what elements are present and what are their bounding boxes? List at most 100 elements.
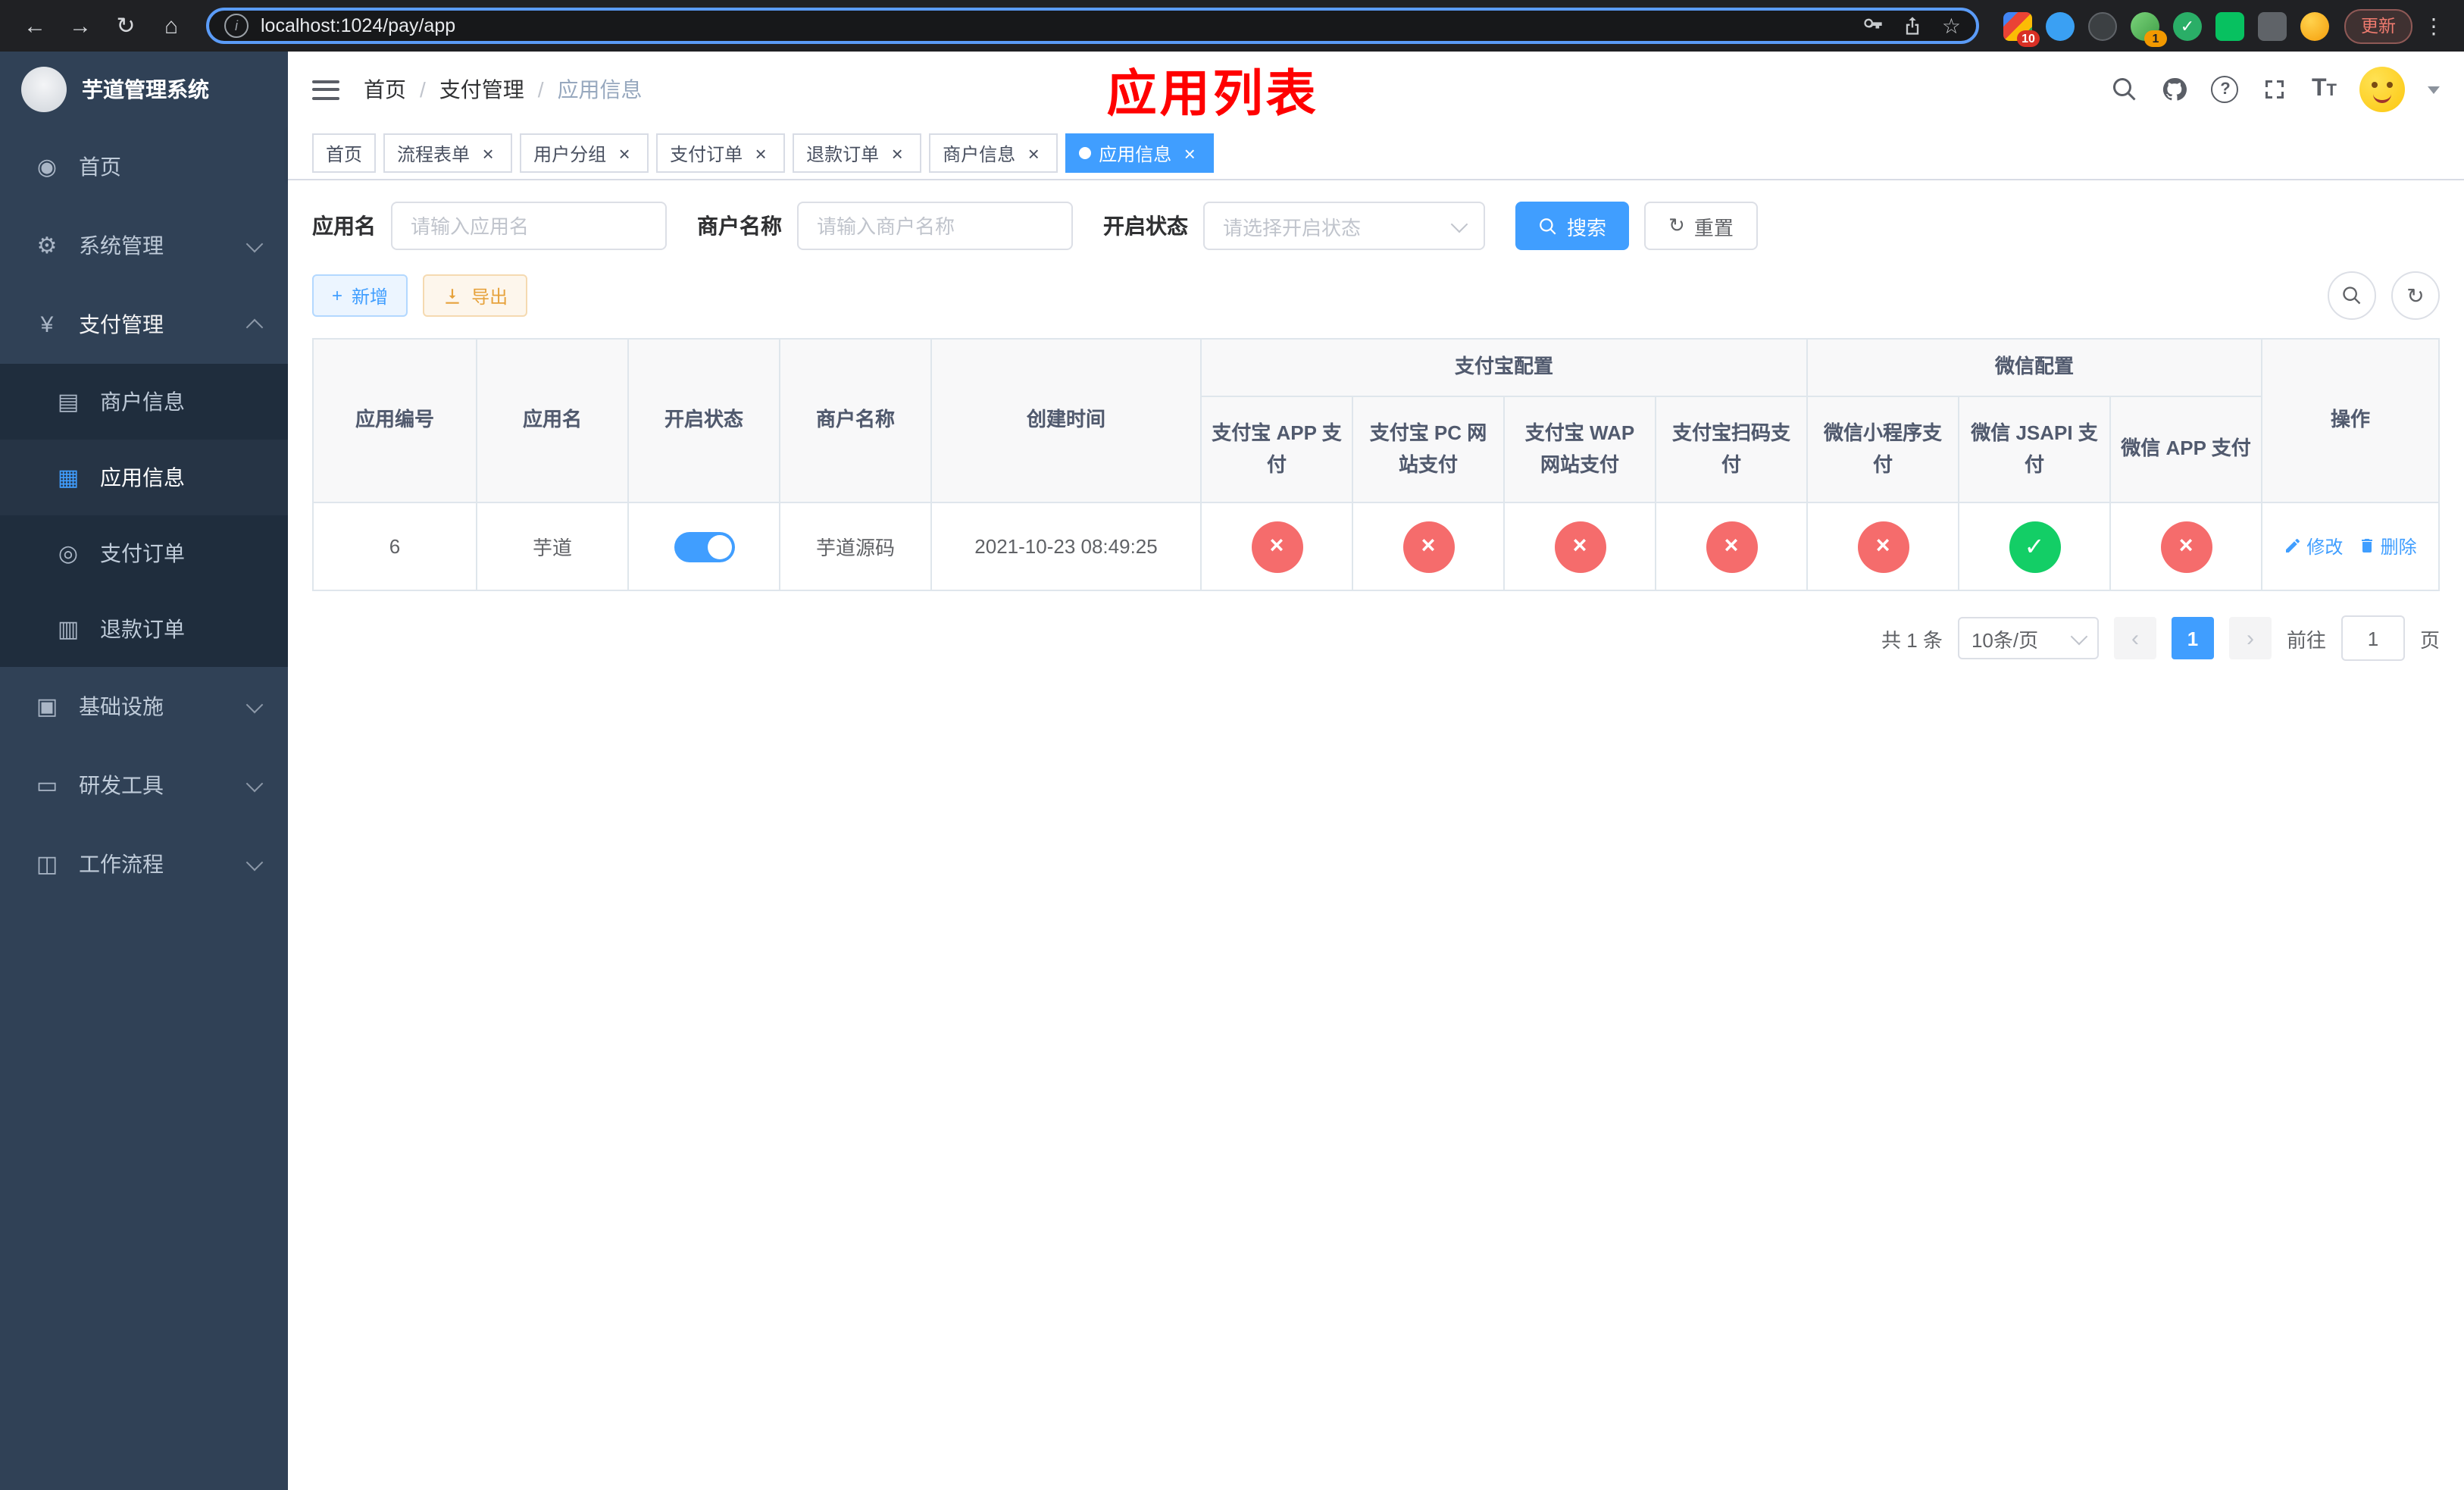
tab-refund-orders[interactable]: 退款订单 × [793, 133, 922, 173]
merchant-name-input[interactable] [797, 202, 1073, 250]
page-content: 应用名 商户名称 开启状态 请选择开启状态 [288, 180, 2464, 1490]
sidebar-collapse-icon[interactable] [312, 80, 339, 99]
browser-back-icon[interactable]: ← [15, 6, 55, 45]
tab-user-group[interactable]: 用户分组 × [520, 133, 649, 173]
extension-dark-icon[interactable] [2088, 11, 2117, 40]
sidebar-item-home[interactable]: ◉ 首页 [0, 127, 288, 206]
cell-alipay-wap: × [1503, 502, 1656, 591]
breadcrumb-payment[interactable]: 支付管理 [439, 74, 524, 105]
breadcrumb-home[interactable]: 首页 [364, 74, 406, 105]
app-logo[interactable]: 芋道管理系统 [0, 52, 288, 127]
site-info-icon[interactable]: i [224, 14, 249, 38]
extension-blue-icon[interactable] [2046, 11, 2075, 40]
tab-process-form[interactable]: 流程表单 × [383, 133, 513, 173]
sidebar-item-label: 基础设施 [79, 694, 164, 718]
breadcrumb-current: 应用信息 [557, 77, 643, 102]
add-button[interactable]: + 新增 [312, 274, 408, 317]
grid-icon: ▦ [57, 465, 80, 491]
sidebar-item-payment[interactable]: ¥ 支付管理 [0, 285, 288, 364]
tab-home[interactable]: 首页 [312, 133, 377, 173]
url-text[interactable]: localhost:1024/pay/app [261, 15, 455, 36]
url-bar[interactable]: i localhost:1024/pay/app ☆ [206, 8, 1979, 44]
status-cross-icon: × [1402, 521, 1454, 572]
app-name-input[interactable] [391, 202, 667, 250]
extension-chat-icon[interactable] [2215, 11, 2244, 40]
browser-menu-icon[interactable]: ⋮ [2419, 13, 2449, 39]
toggle-search-button[interactable] [2328, 271, 2376, 320]
col-alipay-pc: 支付宝 PC 网站支付 [1352, 396, 1505, 503]
refresh-icon: ↻ [1668, 214, 1685, 236]
help-icon[interactable]: ? [2211, 76, 2239, 103]
prev-page-button[interactable]: ‹ [2113, 617, 2156, 659]
fullscreen-icon[interactable] [2262, 76, 2289, 103]
sidebar-item-pay-orders[interactable]: ◎ 支付订单 [0, 515, 288, 591]
share-icon[interactable] [1903, 15, 1924, 36]
close-icon[interactable]: × [1023, 142, 1044, 164]
page-number-button[interactable]: 1 [2171, 617, 2214, 659]
status-select[interactable]: 请选择开启状态 [1203, 202, 1485, 250]
cell-created: 2021-10-23 08:49:25 [930, 502, 1202, 591]
tab-pay-orders[interactable]: 支付订单 × [656, 133, 786, 173]
extension-puzzle-icon[interactable] [2258, 11, 2287, 40]
table-row: 6 芋道 芋道源码 2021-10-23 08:49:25 × × × × × … [312, 502, 2440, 591]
export-button[interactable]: 导出 [423, 274, 528, 317]
next-page-button[interactable]: › [2228, 617, 2272, 659]
order-icon: ◎ [58, 541, 79, 567]
user-menu-caret-icon[interactable] [2428, 86, 2440, 93]
browser-update-button[interactable]: 更新 [2344, 8, 2412, 43]
chevron-down-icon [245, 235, 264, 253]
bookmark-star-icon[interactable]: ☆ [1942, 13, 1961, 39]
sidebar: 芋道管理系统 ◉ 首页 ⚙ 系统管理 ¥ 支付管理 ▤ 商户信息 ▦ 应用信息 … [0, 52, 288, 1490]
cell-alipay-pc: × [1352, 502, 1505, 591]
browser-reload-icon[interactable]: ↻ [106, 6, 145, 45]
extension-avatar-icon[interactable]: 1 [2131, 11, 2167, 46]
plus-icon: + [332, 285, 343, 306]
extension-grid-icon[interactable]: 10 [2003, 11, 2040, 46]
sidebar-item-app-info[interactable]: ▦ 应用信息 [0, 440, 288, 515]
tab-merchant-info[interactable]: 商户信息 × [929, 133, 1058, 173]
search-button[interactable]: 搜索 [1515, 202, 1630, 250]
col-wechat-mini: 微信小程序支付 [1806, 396, 1960, 503]
browser-forward-icon[interactable]: → [61, 6, 100, 45]
sidebar-item-label: 首页 [79, 155, 121, 179]
breadcrumb: 首页 / 支付管理 / 应用信息 [364, 74, 643, 105]
github-icon[interactable] [2162, 76, 2189, 103]
sidebar-item-system[interactable]: ⚙ 系统管理 [0, 206, 288, 285]
delete-link[interactable]: 删除 [2358, 534, 2417, 559]
tab-app-info[interactable]: 应用信息 × [1065, 133, 1215, 173]
cell-wechat-jsapi: ✓ [1958, 502, 2112, 591]
refresh-table-button[interactable]: ↻ [2391, 271, 2440, 320]
font-size-icon[interactable]: TT [2312, 76, 2337, 103]
chevron-down-icon [245, 853, 264, 872]
close-icon[interactable]: × [886, 142, 908, 164]
sidebar-item-infrastructure[interactable]: ▣ 基础设施 [0, 667, 288, 746]
col-alipay-qr: 支付宝扫码支付 [1654, 396, 1809, 503]
status-toggle[interactable] [674, 531, 734, 562]
goto-page-input[interactable] [2340, 615, 2405, 661]
browser-profile-avatar[interactable] [2300, 11, 2329, 40]
cell-app-id: 6 [312, 502, 477, 591]
close-icon[interactable]: × [750, 142, 771, 164]
sidebar-item-label: 应用信息 [100, 465, 185, 490]
close-icon[interactable]: × [614, 142, 635, 164]
close-icon[interactable]: × [477, 142, 499, 164]
search-icon[interactable] [2112, 76, 2139, 103]
extension-check-icon[interactable]: ✓ [2173, 11, 2202, 40]
page-size-select[interactable]: 10条/页 [1957, 617, 2099, 659]
user-avatar[interactable] [2359, 67, 2405, 112]
close-icon[interactable]: × [1179, 142, 1200, 164]
password-key-icon[interactable] [1863, 15, 1884, 36]
chevron-down-icon [1450, 214, 1468, 233]
total-count: 共 1 条 [1881, 628, 1943, 651]
sidebar-item-refund-orders[interactable]: ▥ 退款订单 [0, 591, 288, 667]
edit-link[interactable]: 修改 [2284, 534, 2343, 559]
sidebar-item-label: 退款订单 [100, 617, 185, 641]
reset-button[interactable]: ↻ 重置 [1644, 202, 1758, 250]
sidebar-item-workflow[interactable]: ◫ 工作流程 [0, 825, 288, 903]
app-name-label: 应用名 [312, 214, 376, 238]
sidebar-item-dev-tools[interactable]: ▭ 研发工具 [0, 746, 288, 825]
browser-home-icon[interactable]: ⌂ [152, 6, 191, 45]
pencil-icon [2286, 539, 2300, 553]
sidebar-item-merchant-info[interactable]: ▤ 商户信息 [0, 364, 288, 440]
navbar-actions: ? TT [2112, 67, 2440, 112]
